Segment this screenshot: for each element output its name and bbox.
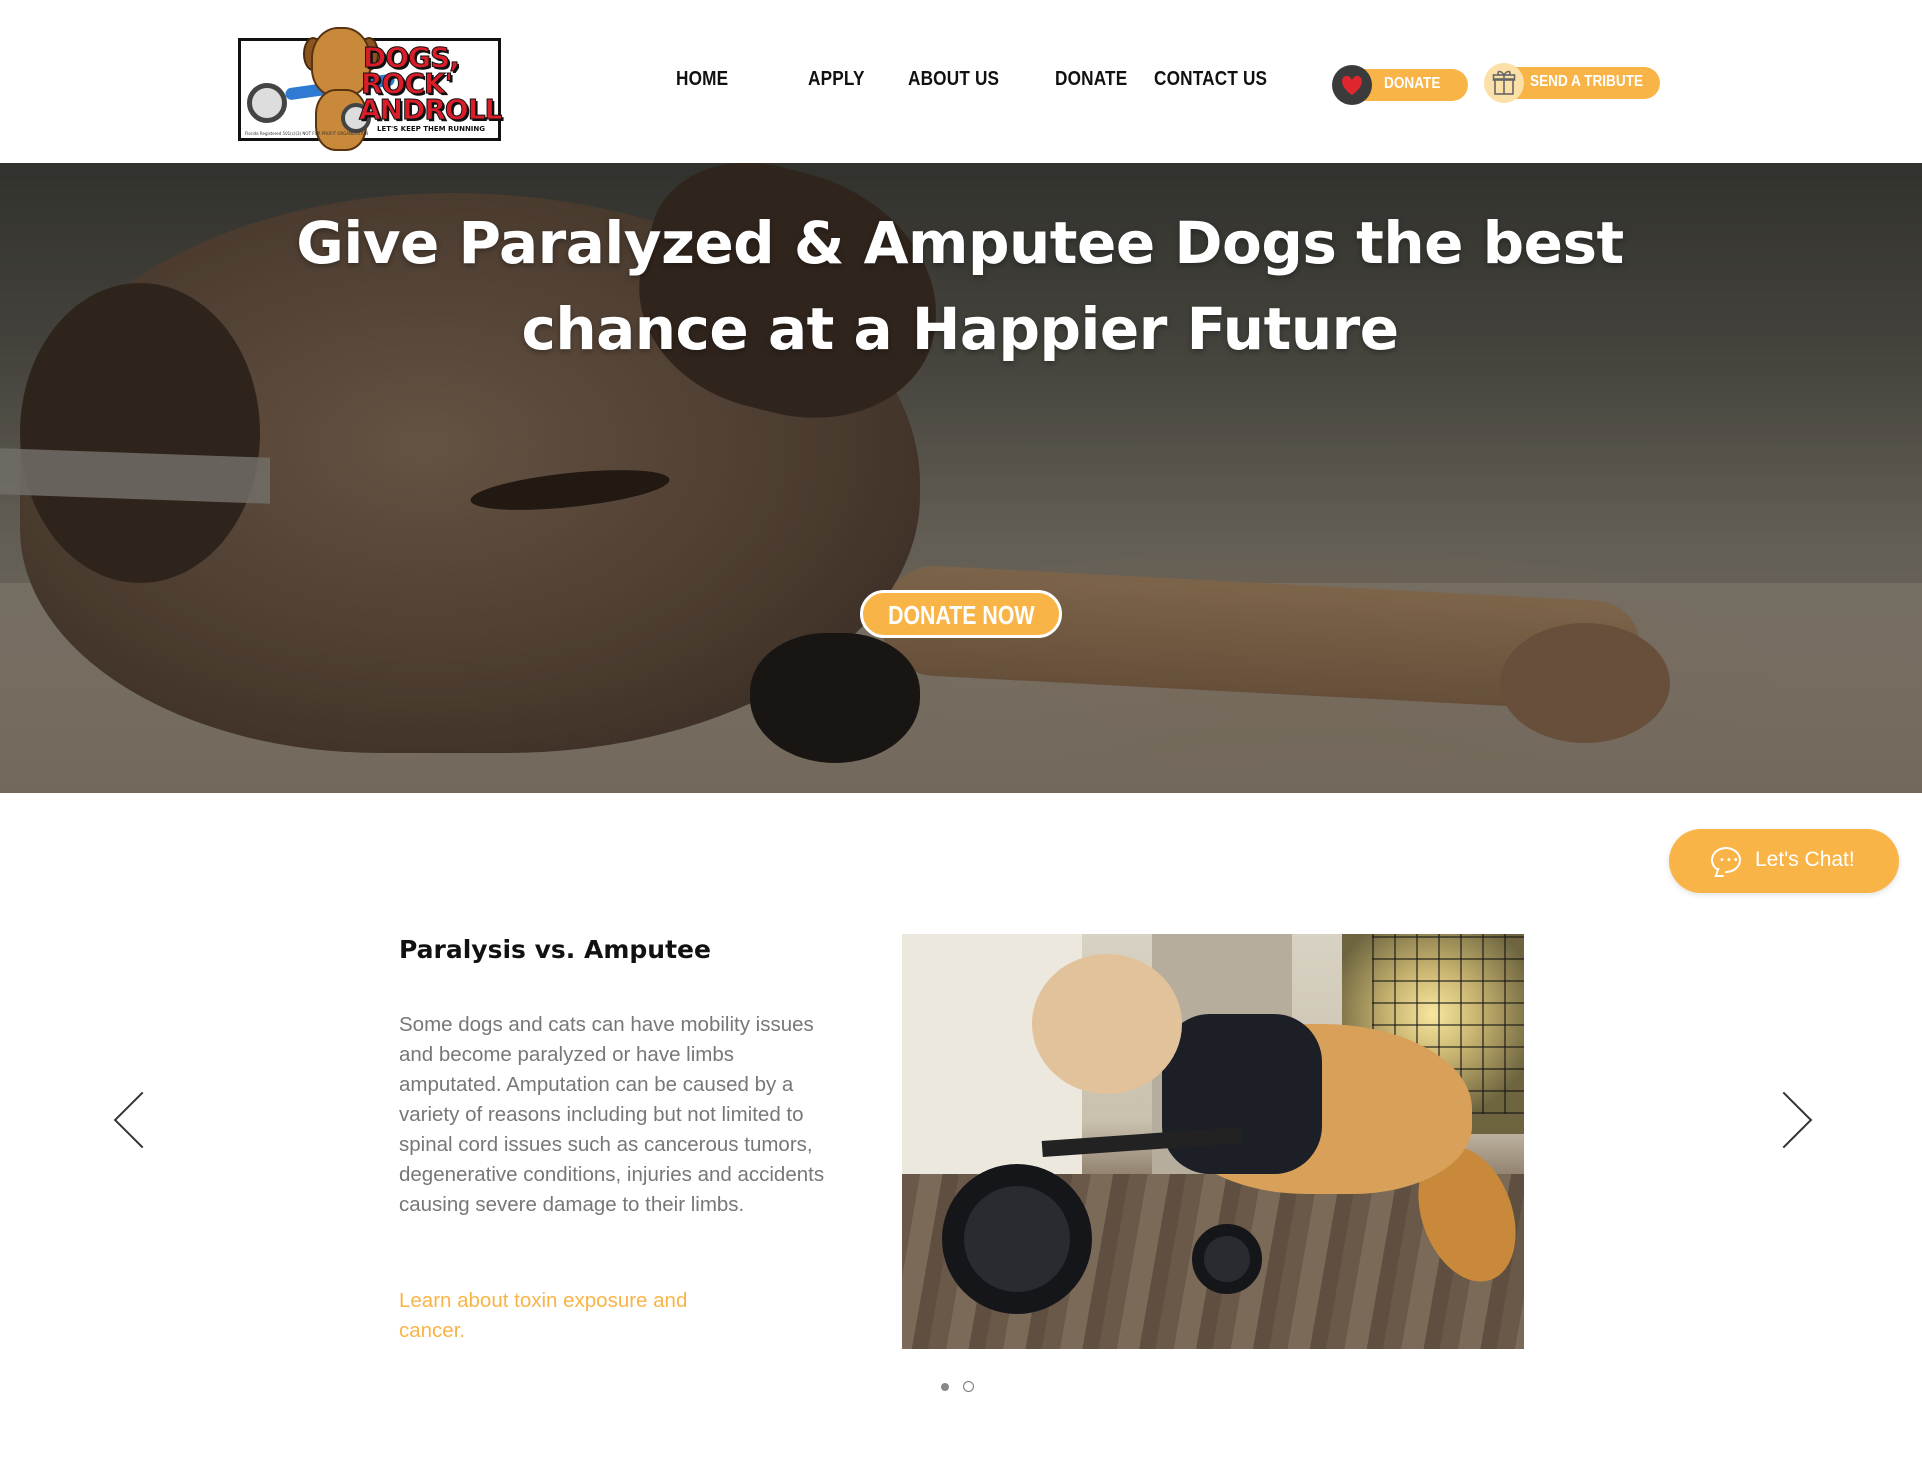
- nav-home[interactable]: HOME: [676, 68, 728, 91]
- slide-body: Some dogs and cats can have mobility iss…: [399, 1013, 825, 1216]
- site-header: DOGS, ROCK' ANDROLL LET'S KEEP THEM RUNN…: [0, 0, 1922, 163]
- slide-dot-2[interactable]: [963, 1381, 974, 1392]
- site-logo[interactable]: DOGS, ROCK' ANDROLL LET'S KEEP THEM RUNN…: [238, 27, 503, 151]
- chevron-right-icon[interactable]: [1772, 1090, 1812, 1146]
- heart-icon: [1332, 65, 1372, 105]
- send-tribute-button[interactable]: SEND A TRIBUTE: [1484, 63, 1660, 103]
- photo-cart-wheel-graphic: [942, 1164, 1092, 1314]
- slide-pagination: [941, 1380, 981, 1394]
- gift-icon: [1484, 63, 1524, 103]
- donate-now-button[interactable]: DONATE NOW: [860, 590, 1062, 638]
- slide-dot-1[interactable]: [941, 1383, 949, 1391]
- logo-word: ANDROLL: [358, 93, 502, 126]
- toxin-exposure-link[interactable]: Learn about toxin exposure and cancer.: [399, 1286, 719, 1346]
- logo-tagline: LET'S KEEP THEM RUNNING: [377, 125, 486, 133]
- hero-title: Give Paralyzed & Amputee Dogs the best c…: [296, 209, 1624, 363]
- chat-dots-icon: •••: [1719, 855, 1740, 866]
- nav-apply[interactable]: APPLY: [808, 68, 865, 91]
- logo-wheel-graphic: [247, 83, 287, 123]
- photo-harness-graphic: [1162, 1014, 1322, 1174]
- nav-contact-us[interactable]: CONTACT US: [1154, 68, 1267, 91]
- nav-about-us[interactable]: ABOUT US: [908, 68, 999, 91]
- slide-title: Paralysis vs. Amputee: [399, 935, 711, 964]
- logo-fine-print: Florida Registered 501(c)(3) NOT FOR PRO…: [245, 131, 369, 136]
- nav-donate[interactable]: DONATE: [1055, 68, 1127, 91]
- chat-widget-button[interactable]: ••• Let's Chat!: [1669, 829, 1899, 893]
- header-donate-label: DONATE: [1384, 75, 1441, 92]
- slide-photo-dog-wheelchair: [902, 934, 1524, 1349]
- photo-cart-wheel-graphic: [1192, 1224, 1262, 1294]
- send-tribute-label: SEND A TRIBUTE: [1530, 73, 1644, 90]
- chevron-left-icon[interactable]: [112, 1090, 152, 1146]
- chat-label: Let's Chat!: [1755, 848, 1855, 871]
- header-donate-button[interactable]: DONATE: [1332, 65, 1468, 105]
- photo-dog-head-graphic: [1032, 954, 1182, 1094]
- donate-now-label: DONATE NOW: [887, 600, 1035, 630]
